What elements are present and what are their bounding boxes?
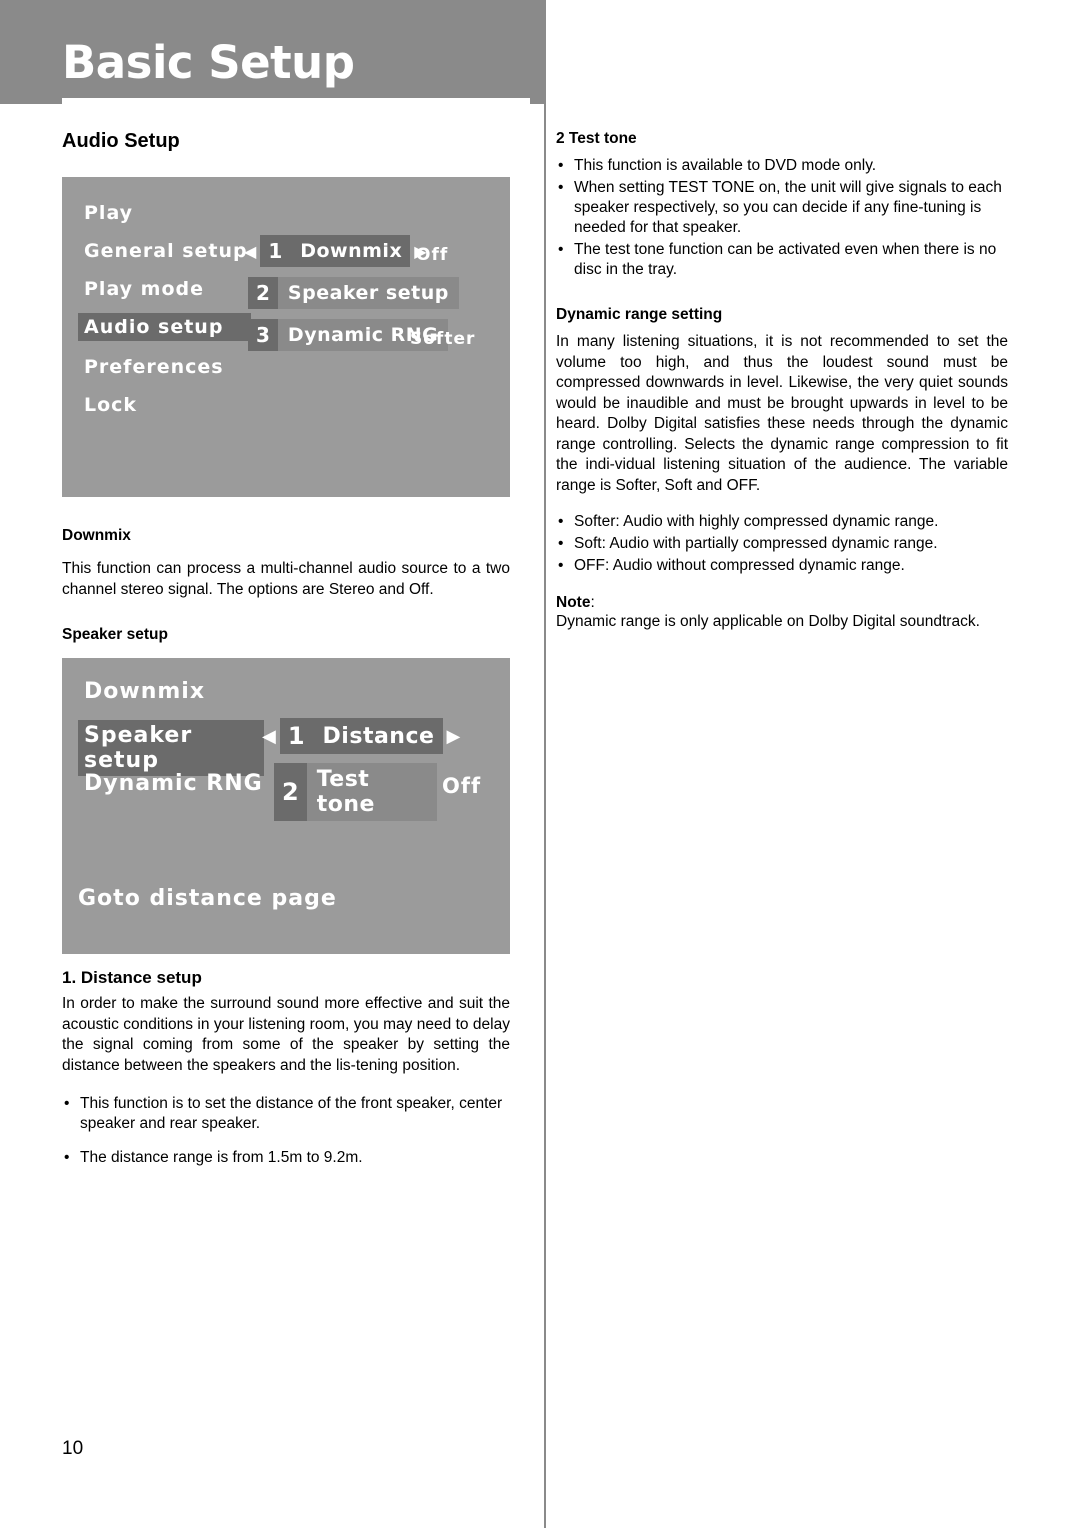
osd-speaker-setup-screen: Downmix Speaker setup Dynamic RNG ◀ 1 Di…: [62, 658, 510, 954]
osd1-downmix-number: 1: [260, 235, 291, 267]
page-number: 10: [62, 1438, 84, 1459]
left-arrow-icon[interactable]: ◀: [240, 235, 260, 267]
osd-audio-setup-screen: Play General setup Play mode Audio setup…: [62, 177, 510, 497]
left-column: Audio Setup Play General setup Play mode…: [62, 130, 510, 1170]
header-underline: [62, 98, 530, 104]
osd1-menu-audio-setup[interactable]: Audio setup: [78, 313, 251, 341]
osd2-testtone-number: 2: [274, 763, 307, 821]
osd2-goto-distance-page[interactable]: Goto distance page: [78, 886, 337, 911]
distance-bullet-list: This function is to set the distance of …: [62, 1094, 510, 1168]
osd2-row-distance[interactable]: ◀ 1 Distance ▶: [258, 718, 464, 754]
test-tone-bullet-list: This function is available to DVD mode o…: [556, 156, 1008, 280]
osd2-menu-dynamic-rng[interactable]: Dynamic RNG: [78, 768, 269, 799]
distance-setup-paragraph: In order to make the surround sound more…: [62, 995, 510, 1074]
right-arrow-icon[interactable]: ▶: [443, 718, 465, 754]
dynamic-range-heading: Dynamic range setting: [556, 306, 723, 323]
note-text: Dynamic range is only applicable on Dolb…: [556, 613, 980, 630]
downmix-heading: Downmix: [62, 527, 131, 544]
osd1-menu-play[interactable]: Play: [78, 199, 139, 227]
osd1-row-speaker-setup[interactable]: 2 Speaker setup: [248, 277, 459, 309]
list-item: Softer: Audio with highly compressed dyn…: [556, 512, 1008, 532]
osd1-downmix-value: Off: [416, 245, 449, 265]
osd2-testtone-label[interactable]: Test tone: [306, 763, 437, 821]
left-arrow-icon[interactable]: ◀: [258, 718, 280, 754]
osd1-downmix-label[interactable]: Downmix: [290, 235, 411, 267]
osd2-distance-label[interactable]: Distance: [312, 718, 443, 754]
distance-setup-heading: 1. Distance setup: [62, 968, 202, 987]
audio-setup-heading: Audio Setup: [62, 130, 180, 152]
note-colon: :: [590, 594, 595, 611]
list-item: The distance range is from 1.5m to 9.2m.: [62, 1148, 510, 1168]
test-tone-heading: 2 Test tone: [556, 130, 637, 147]
note-label: Note: [556, 594, 591, 611]
osd1-speaker-label[interactable]: Speaker setup: [277, 277, 459, 309]
osd1-menu-general-setup[interactable]: General setup: [78, 237, 254, 265]
osd1-menu-preferences[interactable]: Preferences: [78, 353, 230, 381]
list-item: OFF: Audio without compressed dynamic ra…: [556, 556, 1008, 576]
osd2-distance-number: 1: [279, 718, 313, 754]
osd2-menu-downmix[interactable]: Downmix: [78, 676, 211, 707]
list-item: Soft: Audio with partially compressed dy…: [556, 534, 1008, 554]
dynamic-range-paragraph: In many listening situations, it is not …: [556, 333, 1008, 494]
osd1-menu-lock[interactable]: Lock: [78, 391, 143, 419]
osd2-testtone-value: Off: [442, 774, 482, 798]
osd1-dynamic-number: 3: [248, 319, 278, 351]
osd1-dynamic-value: Softer: [410, 329, 476, 349]
list-item: When setting TEST TONE on, the unit will…: [556, 178, 1008, 238]
column-divider: [544, 0, 546, 1528]
speaker-setup-heading: Speaker setup: [62, 626, 168, 643]
osd2-row-test-tone[interactable]: 2 Test tone: [274, 763, 437, 821]
list-item: This function is available to DVD mode o…: [556, 156, 1008, 176]
downmix-paragraph: This function can process a multi-channe…: [62, 560, 510, 598]
osd1-row-downmix[interactable]: ◀ 1 Downmix ▶: [240, 235, 431, 267]
page-title: Basic Setup: [62, 36, 355, 89]
list-item: The test tone function can be activated …: [556, 240, 1008, 280]
osd1-menu-play-mode[interactable]: Play mode: [78, 275, 210, 303]
list-item: This function is to set the distance of …: [62, 1094, 510, 1134]
right-column: 2 Test tone This function is available t…: [556, 130, 1008, 633]
dynamic-range-bullet-list: Softer: Audio with highly compressed dyn…: [556, 512, 1008, 576]
osd1-speaker-number: 2: [248, 277, 278, 309]
